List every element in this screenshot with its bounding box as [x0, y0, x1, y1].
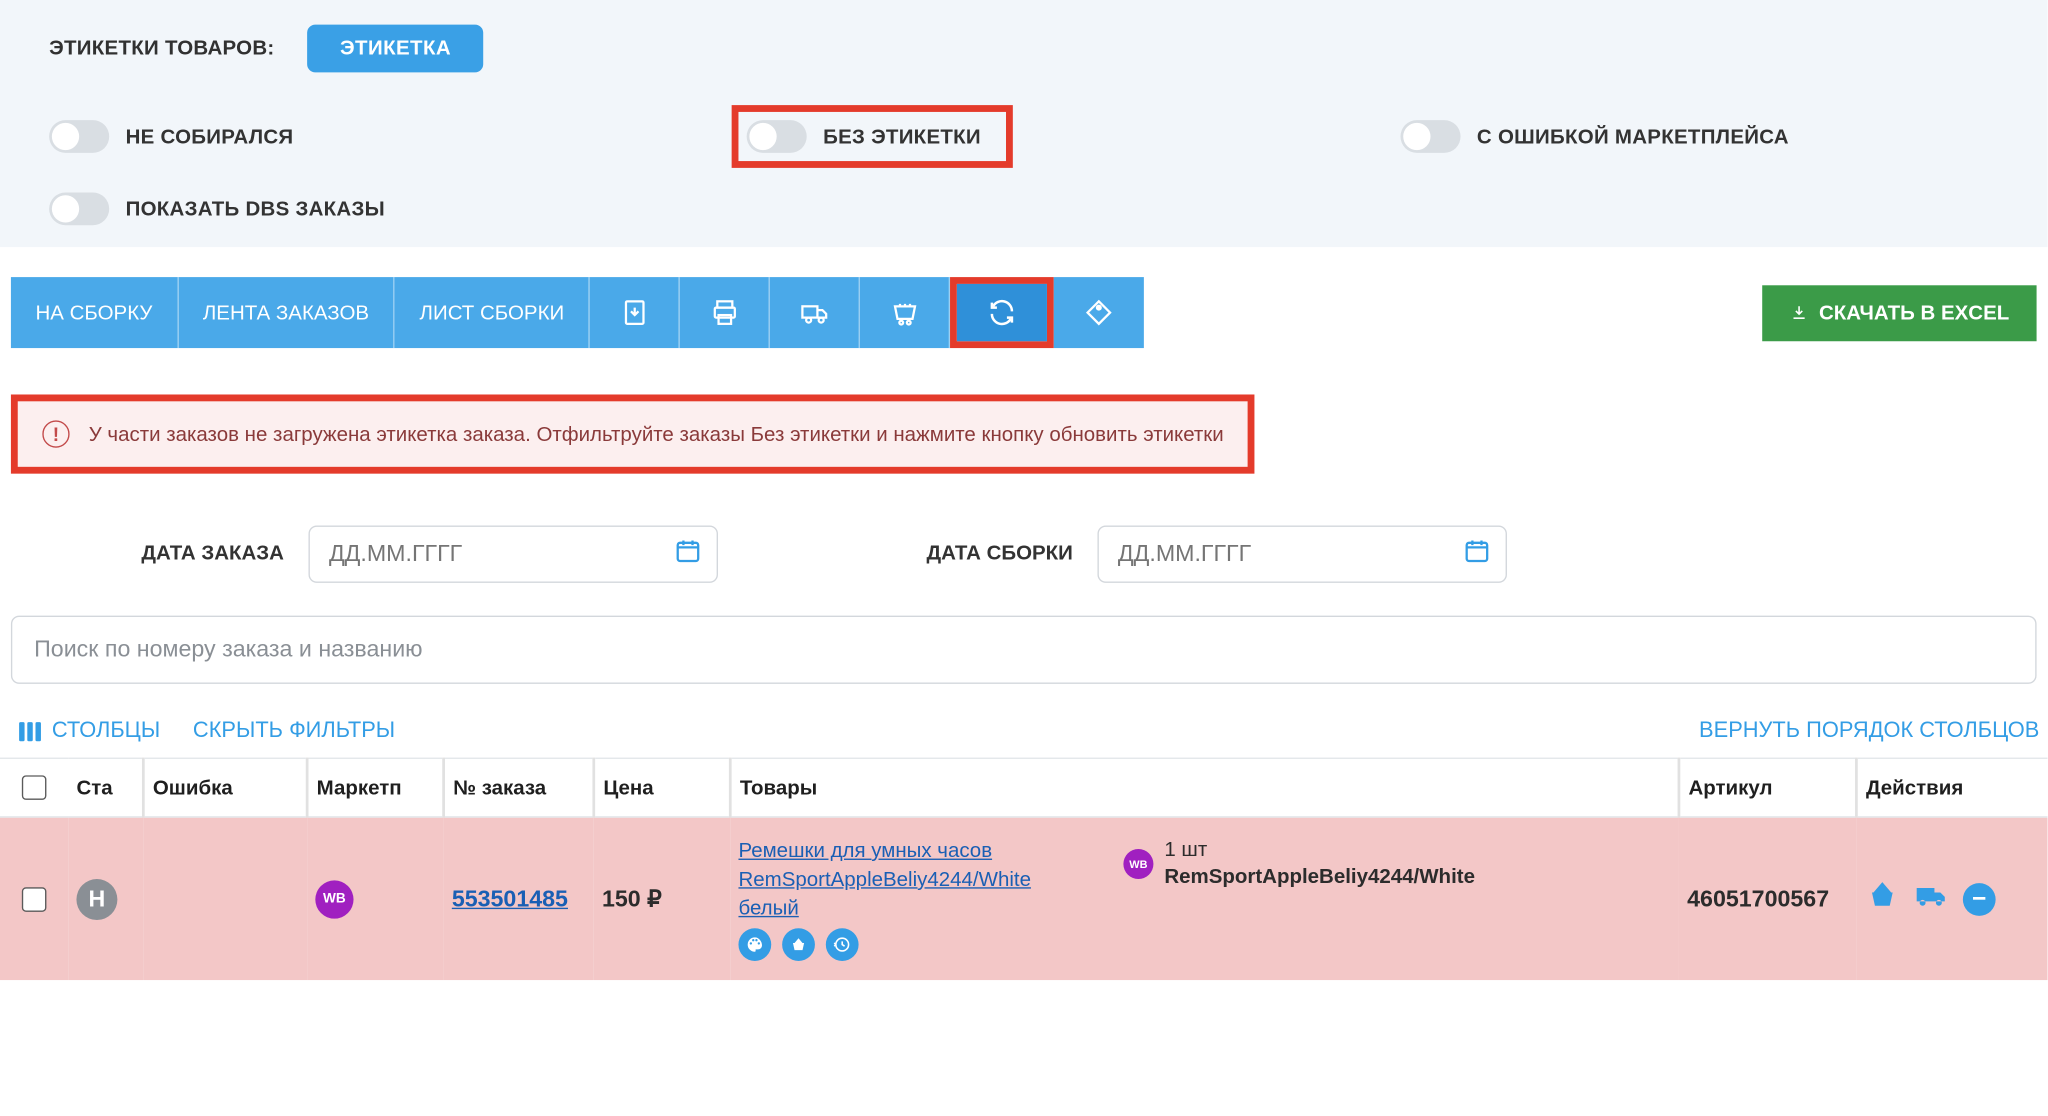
toggle-label: НЕ СОБИРАЛСЯ — [126, 125, 294, 148]
toggle-label: БЕЗ ЭТИКЕТКИ — [823, 125, 981, 148]
order-date-block: ДАТА ЗАКАЗА — [11, 526, 718, 583]
tag-icon[interactable] — [1054, 277, 1144, 348]
toggle-label: ПОКАЗАТЬ DBS ЗАКАЗЫ — [126, 197, 385, 220]
assembly-sheet-button[interactable]: ЛИСТ СБОРКИ — [395, 277, 590, 348]
hide-filters-label: СКРЫТЬ ФИЛЬТРЫ — [193, 719, 395, 744]
product-labels-title: ЭТИКЕТКИ ТОВАРОВ: — [49, 37, 274, 60]
col-marketplace[interactable]: Маркетп — [307, 758, 444, 817]
toggle-show-dbs[interactable]: ПОКАЗАТЬ DBS ЗАКАЗЫ — [49, 192, 385, 225]
alert-text: У части заказов не загружена этикетка за… — [89, 422, 1224, 445]
top-filter-panel: ЭТИКЕТКИ ТОВАРОВ: ЭТИКЕТКА НЕ СОБИРАЛСЯ … — [0, 0, 2048, 247]
table-row: Н WB 553501485 150 ₽ Ремешки для умных ч… — [0, 817, 2048, 980]
orders-table: Ста Ошибка Маркетп № заказа Цена Товары … — [0, 758, 2048, 980]
qty-text: 1 шт RemSportAppleBeliy4244/White — [1164, 837, 1475, 892]
columns-label: СТОЛБЦЫ — [52, 719, 160, 744]
search-input[interactable] — [11, 616, 2037, 684]
col-products[interactable]: Товары — [730, 758, 1679, 817]
cart-icon[interactable] — [860, 277, 950, 348]
highlight-frame-alert: ! У части заказов не загружена этикетка … — [11, 394, 1255, 473]
order-feed-button[interactable]: ЛЕНТА ЗАКАЗОВ — [178, 277, 395, 348]
refresh-icon[interactable] — [957, 284, 1047, 341]
toggle-switch[interactable] — [49, 192, 109, 225]
assembly-date-label: ДАТА СБОРКИ — [800, 540, 1073, 568]
to-assembly-button[interactable]: НА СБОРКУ — [11, 277, 178, 348]
alert-banner: ! У части заказов не загружена этикетка … — [18, 401, 1249, 467]
col-status[interactable]: Ста — [68, 758, 143, 817]
download-excel-label: СКАЧАТЬ В EXCEL — [1819, 301, 2009, 324]
marketplace-badge-small: WB — [1123, 849, 1153, 879]
article-value: 46051700567 — [1687, 885, 1829, 911]
highlight-frame-refresh — [951, 277, 1055, 348]
date-filters: ДАТА ЗАКАЗА ДАТА СБОРКИ — [0, 474, 2048, 583]
basket-action-icon[interactable] — [1865, 878, 1900, 920]
truck-action-icon[interactable] — [1914, 878, 1949, 920]
toggle-not-assembled[interactable]: НЕ СОБИРАЛСЯ — [49, 120, 650, 153]
marketplace-badge: WB — [315, 880, 353, 918]
download-icon — [1789, 303, 1808, 322]
truck-icon[interactable] — [770, 277, 860, 348]
print-icon[interactable] — [680, 277, 770, 348]
table-controls: СТОЛБЦЫ СКРЫТЬ ФИЛЬТРЫ ВЕРНУТЬ ПОРЯДОК С… — [0, 684, 2048, 758]
order-number-link[interactable]: 553501485 — [452, 885, 568, 911]
document-download-icon[interactable] — [590, 277, 680, 348]
calendar-icon[interactable] — [1463, 537, 1490, 571]
col-order-no[interactable]: № заказа — [444, 758, 594, 817]
price-value: 150 ₽ — [602, 885, 662, 911]
columns-button[interactable]: СТОЛБЦЫ — [19, 719, 160, 744]
highlight-frame-no-label: БЕЗ ЭТИКЕТКИ — [732, 105, 1013, 168]
button-strip: НА СБОРКУ ЛЕНТА ЗАКАЗОВ ЛИСТ СБОРКИ — [11, 277, 1144, 348]
toggle-switch[interactable] — [49, 120, 109, 153]
history-icon[interactable] — [826, 928, 859, 961]
search-row — [0, 583, 2048, 684]
basket-icon[interactable] — [782, 928, 815, 961]
col-article[interactable]: Артикул — [1679, 758, 1856, 817]
reset-columns-button[interactable]: ВЕРНУТЬ ПОРЯДОК СТОЛБЦОВ — [1699, 719, 2039, 744]
reset-columns-label: ВЕРНУТЬ ПОРЯДОК СТОЛБЦОВ — [1699, 719, 2039, 744]
col-price[interactable]: Цена — [594, 758, 731, 817]
remove-action-icon[interactable]: − — [1963, 882, 1996, 915]
assembly-date-block: ДАТА СБОРКИ — [800, 526, 1507, 583]
status-badge: Н — [76, 878, 117, 919]
assembly-date-input[interactable] — [1097, 526, 1507, 583]
toolbar: НА СБОРКУ ЛЕНТА ЗАКАЗОВ ЛИСТ СБОРКИ СКАЧ… — [0, 247, 2048, 356]
col-error[interactable]: Ошибка — [143, 758, 307, 817]
order-date-label: ДАТА ЗАКАЗА — [11, 540, 284, 568]
columns-icon — [19, 722, 41, 741]
order-date-input[interactable] — [308, 526, 718, 583]
toggle-switch[interactable] — [1400, 120, 1460, 153]
col-actions[interactable]: Действия — [1856, 758, 2047, 817]
warning-icon: ! — [42, 420, 69, 447]
toggle-marketplace-error[interactable]: С ОШИБКОЙ МАРКЕТПЛЕЙСА — [1400, 120, 1788, 153]
palette-icon[interactable] — [738, 928, 771, 961]
table-header-row: Ста Ошибка Маркетп № заказа Цена Товары … — [0, 758, 2048, 817]
hide-filters-button[interactable]: СКРЫТЬ ФИЛЬТРЫ — [193, 719, 395, 744]
row-checkbox[interactable] — [22, 887, 47, 912]
alert-row: ! У части заказов не загружена этикетка … — [11, 394, 2037, 473]
download-excel-button[interactable]: СКАЧАТЬ В EXCEL — [1762, 285, 2037, 341]
product-icons — [738, 928, 1107, 961]
toggle-label: С ОШИБКОЙ МАРКЕТПЛЕЙСА — [1477, 125, 1789, 148]
calendar-icon[interactable] — [674, 537, 701, 571]
label-button[interactable]: ЭТИКЕТКА — [307, 25, 484, 73]
select-all-checkbox[interactable] — [22, 775, 47, 800]
product-link[interactable]: Ремешки для умных часов RemSportAppleBel… — [738, 837, 1107, 923]
toggle-switch[interactable] — [747, 120, 807, 153]
